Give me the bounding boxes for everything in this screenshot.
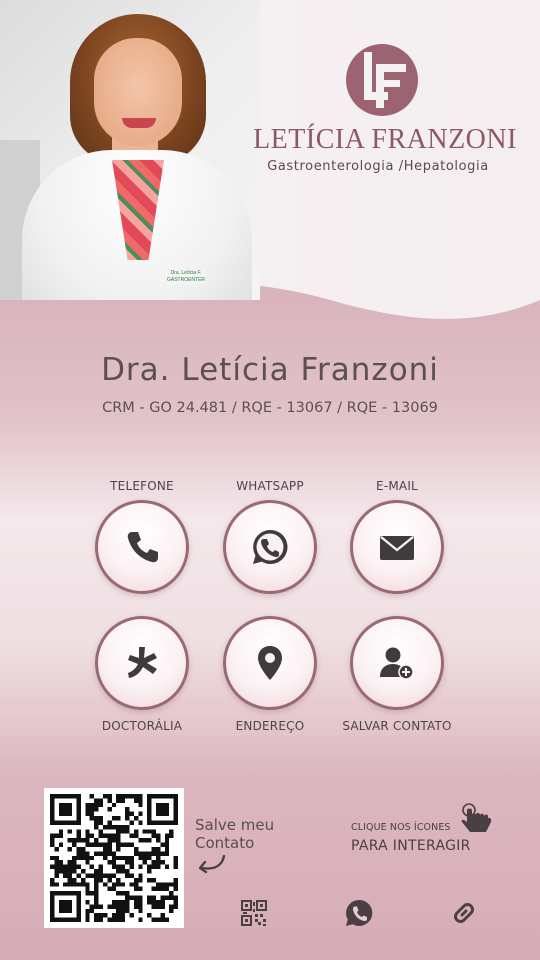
qr-code[interactable] — [44, 788, 184, 928]
whatsapp-label: WHATSAPP — [236, 479, 304, 493]
save-caption-line2: Contato — [195, 834, 255, 852]
qr-code-image — [50, 794, 178, 922]
hint-interact: PARA INTERAGIR — [351, 838, 471, 854]
curved-arrow-icon — [198, 854, 226, 874]
address-label: ENDEREÇO — [235, 719, 305, 733]
whatsapp-icon — [346, 899, 373, 926]
header: Dra. Letícia F. GASTROENTER LETÍCIA FRAN… — [0, 0, 540, 340]
hint-click-icons: CLIQUE NOS ÍCONES — [351, 822, 451, 833]
email-button[interactable]: E-MAIL — [327, 479, 467, 594]
footer-link-button[interactable] — [449, 898, 479, 928]
mail-icon — [380, 536, 414, 560]
doctoralia-circle[interactable] — [95, 616, 189, 710]
registration-numbers: CRM - GO 24.481 / RQE - 13067 / RQE - 13… — [102, 400, 438, 416]
qr-code-icon — [241, 900, 267, 926]
brand-specialty: Gastroenterologia /Hepatologia — [267, 159, 489, 174]
whatsapp-button[interactable]: WHATSAPP — [200, 479, 340, 594]
brand-name: LETÍCIA FRANZONI — [253, 124, 517, 155]
save-contact-circle[interactable] — [350, 616, 444, 710]
location-pin-icon — [258, 646, 282, 680]
save-contact-label: SALVAR CONTATO — [342, 719, 452, 733]
phone-circle[interactable] — [95, 500, 189, 594]
phone-icon — [127, 532, 158, 563]
hand-pointer-icon — [461, 803, 492, 832]
doctoralia-label: DOCTORÁLIA — [101, 719, 183, 733]
email-circle[interactable] — [350, 500, 444, 594]
lf-monogram-icon — [346, 44, 418, 116]
save-caption-line1: Salve meu — [195, 816, 275, 834]
doctor-name: Dra. Letícia Franzoni — [101, 352, 439, 388]
business-card-page: Dra. Letícia F. GASTROENTER LETÍCIA FRAN… — [0, 0, 540, 960]
coat-badge: Dra. Letícia F. GASTROENTER — [166, 270, 206, 284]
link-icon — [454, 903, 474, 923]
address-circle[interactable] — [223, 616, 317, 710]
footer-qr-button[interactable] — [239, 898, 269, 928]
doctor-photo: Dra. Letícia F. GASTROENTER — [0, 0, 260, 300]
email-label: E-MAIL — [376, 479, 418, 493]
doctoralia-icon — [128, 647, 157, 678]
add-contact-icon — [380, 647, 414, 680]
save-contact-caption: Salve meu Contato — [195, 816, 305, 852]
whatsapp-icon — [253, 529, 288, 564]
phone-label: TELEFONE — [110, 479, 174, 493]
phone-button[interactable]: TELEFONE — [72, 479, 212, 594]
whatsapp-circle[interactable] — [223, 500, 317, 594]
footer-whatsapp-button[interactable] — [344, 898, 374, 928]
